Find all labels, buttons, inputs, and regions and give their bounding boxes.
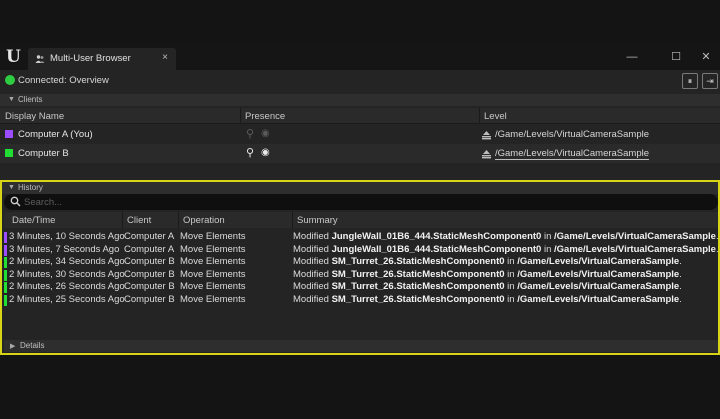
history-operation: Move Elements	[180, 281, 246, 292]
history-client: Computer A	[124, 231, 175, 242]
column-header-level[interactable]: Level	[484, 111, 507, 122]
history-summary: Modified SM_Turret_26.StaticMeshComponen…	[293, 281, 682, 292]
history-operation: Move Elements	[180, 268, 246, 280]
clients-table-header: Display Name Presence Level	[0, 108, 720, 124]
history-operation: Move Elements	[180, 243, 246, 255]
client-color-bar	[4, 244, 7, 256]
history-client: Computer A	[124, 243, 175, 255]
desktop-background-bottom	[0, 355, 720, 419]
client-color-bar	[4, 269, 7, 281]
window-close-button[interactable]: ✕	[698, 49, 714, 65]
client-level[interactable]: /Game/Levels/VirtualCameraSample	[495, 129, 649, 140]
column-divider	[292, 212, 293, 228]
details-section-header[interactable]: ▶ Details	[4, 340, 718, 352]
history-time: 2 Minutes, 30 Seconds Ago	[9, 268, 125, 280]
collapsed-arrow-icon: ▶	[10, 343, 16, 350]
history-time: 2 Minutes, 26 Seconds Ago	[9, 281, 125, 292]
history-operation: Move Elements	[180, 231, 246, 242]
history-summary: Modified SM_Turret_26.StaticMeshComponen…	[293, 256, 682, 267]
history-client: Computer B	[124, 256, 175, 267]
client-row[interactable]: Computer A (You) ⚲ ◉ /Game/Levels/Virtua…	[0, 125, 720, 144]
tab-multi-user-browser[interactable]: Multi-User Browser ×	[28, 48, 176, 70]
column-divider	[122, 212, 123, 228]
multi-user-icon	[35, 55, 45, 63]
column-header-operation[interactable]: Operation	[183, 215, 225, 226]
connection-status-label: Connected: Overview	[18, 75, 109, 86]
client-color-bar	[4, 282, 7, 293]
column-header-display-name[interactable]: Display Name	[5, 111, 64, 122]
history-row[interactable]: 3 Minutes, 7 Seconds Ago Computer A Move…	[4, 243, 719, 257]
location-pin-icon[interactable]: ⚲	[246, 146, 254, 159]
expand-arrow-icon: ▼	[8, 96, 15, 103]
expand-arrow-icon: ▼	[8, 184, 15, 191]
client-row[interactable]: Computer B ⚲ ◉ /Game/Levels/VirtualCamer…	[0, 144, 720, 163]
column-header-date-time[interactable]: Date/Time	[12, 215, 55, 226]
leave-session-button[interactable]: ⇥	[702, 73, 718, 89]
level-icon	[482, 150, 491, 159]
multi-user-browser-window: U Multi-User Browser × — ☐ ✕ Connected: …	[0, 44, 720, 355]
client-level[interactable]: /Game/Levels/VirtualCameraSample	[495, 148, 650, 160]
column-divider	[240, 108, 241, 124]
search-icon	[10, 196, 21, 207]
history-row[interactable]: 2 Minutes, 26 Seconds Ago Computer B Mov…	[4, 281, 718, 294]
maximize-button[interactable]: ☐	[668, 49, 684, 65]
history-summary: Modified JungleWall_01B6_444.StaticMeshC…	[293, 243, 719, 255]
minimize-button[interactable]: —	[624, 49, 640, 65]
history-summary: Modified SM_Turret_26.StaticMeshComponen…	[293, 268, 682, 280]
clients-section-header[interactable]: ▼ Clients	[0, 94, 720, 106]
connection-bar: Connected: Overview ⏸ ⇥	[0, 70, 720, 92]
history-row[interactable]: 2 Minutes, 30 Seconds Ago Computer B Mov…	[4, 269, 718, 282]
column-divider	[178, 212, 179, 228]
eye-icon[interactable]: ◉	[261, 147, 270, 158]
history-client: Computer B	[124, 281, 175, 292]
clients-section-label: Clients	[18, 95, 43, 104]
level-icon	[482, 131, 491, 140]
title-bar: U Multi-User Browser × — ☐ ✕	[0, 44, 720, 70]
tab-close-icon[interactable]: ×	[162, 52, 168, 63]
unreal-engine-logo-icon: U	[6, 47, 21, 67]
details-section-label: Details	[20, 341, 45, 350]
history-time: 2 Minutes, 25 Seconds Ago	[9, 293, 125, 305]
client-color-swatch	[5, 130, 13, 138]
pause-button[interactable]: ⏸	[682, 73, 698, 89]
history-client: Computer B	[124, 293, 175, 305]
history-section-label: History	[18, 183, 43, 192]
tab-title: Multi-User Browser	[50, 53, 131, 64]
history-search-input[interactable]	[24, 195, 624, 209]
column-header-presence[interactable]: Presence	[245, 111, 285, 122]
history-time: 3 Minutes, 7 Seconds Ago	[9, 243, 120, 255]
history-row[interactable]: 3 Minutes, 10 Seconds Ago Computer A Mov…	[4, 231, 719, 244]
eye-icon[interactable]: ◉	[261, 128, 270, 139]
client-name: Computer B	[18, 148, 69, 159]
connection-status-dot	[5, 75, 15, 85]
history-time: 3 Minutes, 10 Seconds Ago	[9, 231, 125, 242]
history-summary: Modified SM_Turret_26.StaticMeshComponen…	[293, 293, 682, 305]
history-operation: Move Elements	[180, 256, 246, 267]
history-row[interactable]: 2 Minutes, 25 Seconds Ago Computer B Mov…	[4, 294, 718, 307]
client-color-swatch	[5, 149, 13, 157]
history-panel: ▼ History Date/Time Client Operation Sum…	[0, 180, 720, 355]
client-color-bar	[4, 232, 7, 243]
column-divider	[479, 108, 480, 124]
column-header-client[interactable]: Client	[127, 215, 151, 226]
history-operation: Move Elements	[180, 293, 246, 305]
location-pin-icon[interactable]: ⚲	[246, 127, 254, 140]
history-row[interactable]: 2 Minutes, 34 Seconds Ago Computer B Mov…	[4, 256, 718, 269]
client-color-bar	[4, 294, 7, 306]
client-name: Computer A (You)	[18, 129, 93, 140]
history-time: 2 Minutes, 34 Seconds Ago	[9, 256, 125, 267]
history-summary: Modified JungleWall_01B6_444.StaticMeshC…	[293, 231, 719, 242]
history-table-header: Date/Time Client Operation Summary	[4, 212, 718, 228]
column-header-summary[interactable]: Summary	[297, 215, 338, 226]
history-section-header[interactable]: ▼ History	[2, 182, 718, 194]
history-client: Computer B	[124, 268, 175, 280]
history-search-bar	[4, 194, 718, 210]
client-color-bar	[4, 257, 7, 268]
desktop-background-top	[0, 0, 720, 44]
